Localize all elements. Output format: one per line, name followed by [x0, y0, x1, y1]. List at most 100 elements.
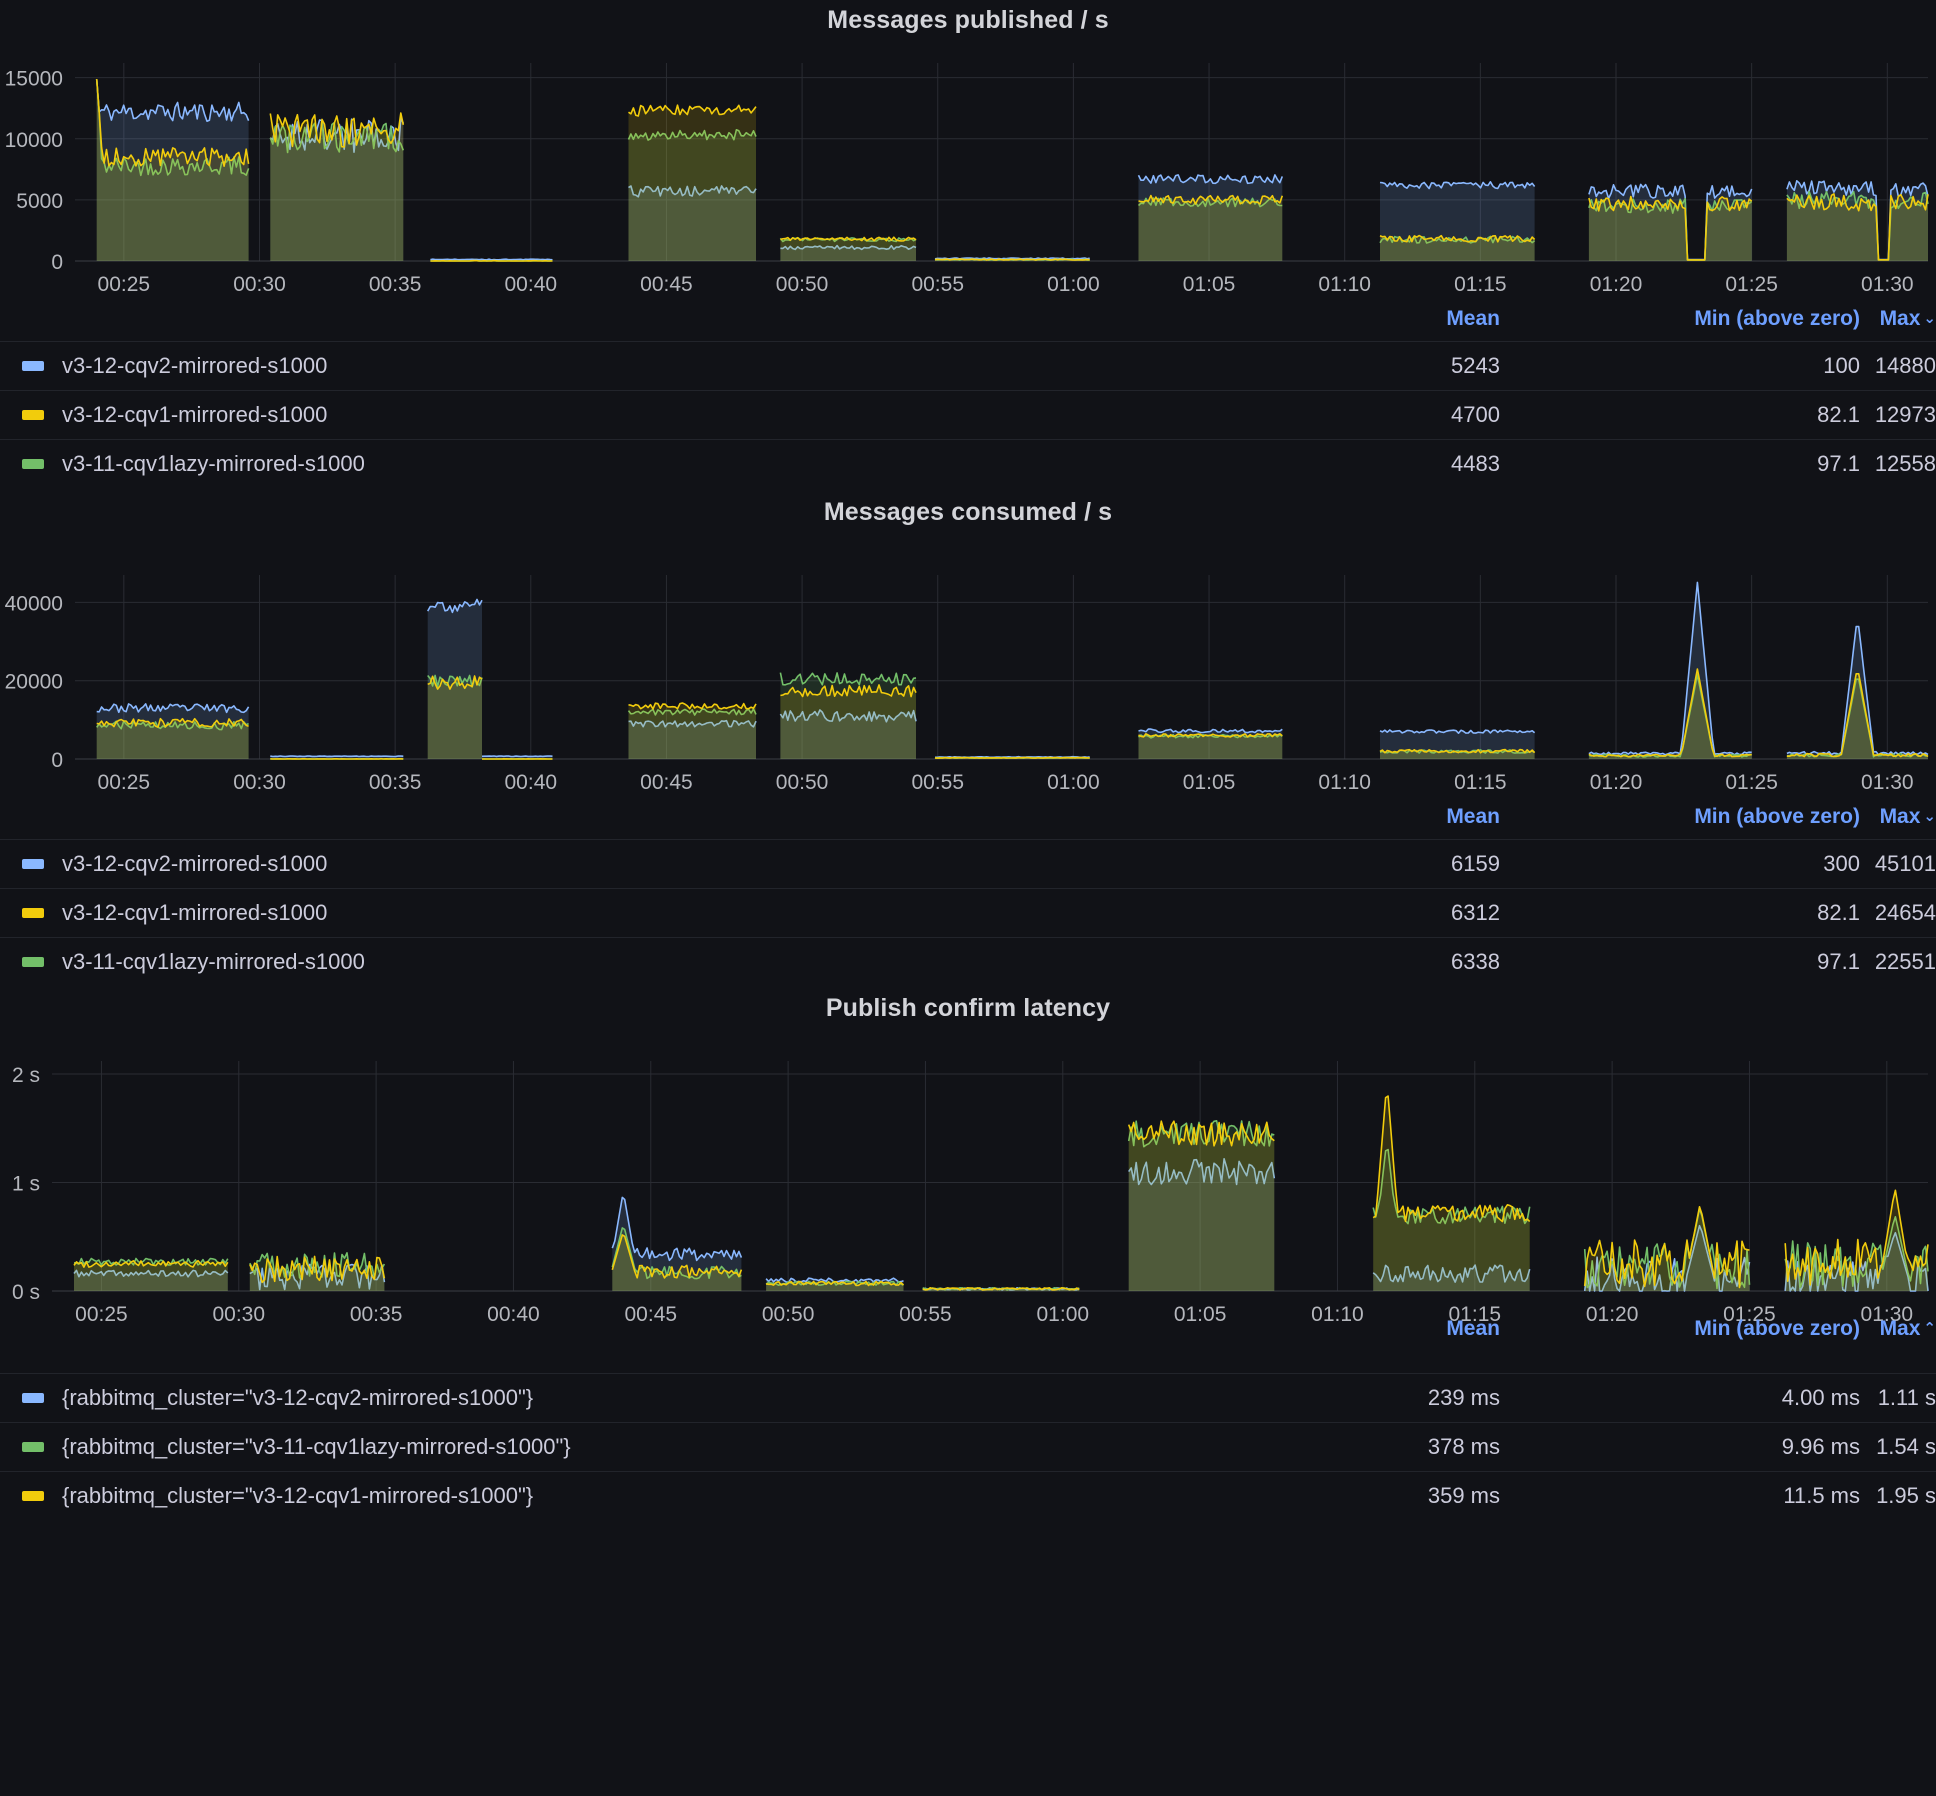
series-min-value: 300 [1660, 851, 1860, 877]
panel-title: Messages consumed / s [0, 492, 1936, 525]
legend-row[interactable]: v3-11-cqv1lazy-mirrored-s1000 6338 97.1 … [0, 937, 1936, 986]
series-max-value: 24654 [1866, 900, 1936, 926]
svg-text:00:35: 00:35 [369, 273, 422, 296]
panel-publish-confirm-latency: Publish confirm latency 00:2500:3000:350… [0, 984, 1936, 1796]
plot-area-messages-published[interactable]: 00:2500:3000:3500:4000:4500:5000:5501:00… [0, 45, 1936, 307]
series-color-swatch [22, 908, 44, 918]
svg-text:5000: 5000 [16, 190, 63, 213]
legend-row[interactable]: v3-12-cqv2-mirrored-s1000 5243 100 14880 [0, 341, 1936, 390]
legend-header-max[interactable]: Max⌃ [1866, 1317, 1936, 1341]
legend-header-max[interactable]: Max⌄ [1866, 805, 1936, 829]
plot-area-publish-confirm-latency[interactable]: 00:2500:3000:3500:4000:4500:5000:5501:00… [0, 1043, 1936, 1343]
svg-text:01:20: 01:20 [1590, 273, 1643, 296]
svg-text:40000: 40000 [5, 592, 63, 615]
panel-title: Publish confirm latency [0, 984, 1936, 1021]
legend-row[interactable]: v3-12-cqv2-mirrored-s1000 6159 300 45101 [0, 839, 1936, 888]
plot-area-messages-consumed[interactable]: 00:2500:3000:3500:4000:4500:5000:5501:00… [0, 553, 1936, 805]
svg-text:00:50: 00:50 [776, 771, 829, 794]
series-label: {rabbitmq_cluster="v3-12-cqv1-mirrored-s… [62, 1483, 533, 1509]
svg-text:0: 0 [51, 749, 63, 772]
series-color-swatch [22, 1442, 44, 1452]
series-min-value: 4.00 ms [1660, 1385, 1860, 1411]
legend-header-row: Mean Min (above zero) Max⌄ [0, 307, 1936, 341]
legend-header-row: Mean Min (above zero) Max⌃ [0, 1317, 1936, 1347]
svg-text:15000: 15000 [5, 68, 63, 91]
legend-header-min[interactable]: Min (above zero) [1694, 805, 1860, 829]
panel-messages-consumed: Messages consumed / s 00:2500:3000:3500:… [0, 492, 1936, 972]
series-color-swatch [22, 859, 44, 869]
series-mean-value: 5243 [1340, 353, 1500, 379]
svg-text:01:15: 01:15 [1454, 771, 1507, 794]
legend-header-mean[interactable]: Mean [1446, 307, 1500, 331]
panel-messages-published: Messages published / s 00:2500:3000:3500… [0, 0, 1936, 480]
svg-text:01:00: 01:00 [1047, 771, 1100, 794]
series-label: v3-12-cqv1-mirrored-s1000 [62, 402, 327, 428]
svg-text:00:25: 00:25 [98, 273, 151, 296]
legend-row[interactable]: v3-12-cqv1-mirrored-s1000 6312 82.1 2465… [0, 888, 1936, 937]
svg-text:00:30: 00:30 [233, 771, 286, 794]
series-color-swatch [22, 410, 44, 420]
series-color-swatch [22, 1491, 44, 1501]
series-min-value: 97.1 [1660, 451, 1860, 477]
panel-title: Messages published / s [0, 0, 1936, 33]
legend-row[interactable]: {rabbitmq_cluster="v3-12-cqv1-mirrored-s… [0, 1471, 1936, 1520]
chart-svg: 00:2500:3000:3500:4000:4500:5000:5501:00… [0, 553, 1936, 805]
legend-row[interactable]: v3-12-cqv1-mirrored-s1000 4700 82.1 1297… [0, 390, 1936, 439]
svg-text:1 s: 1 s [12, 1173, 40, 1196]
legend-messages-published: Mean Min (above zero) Max⌄ v3-12-cqv2-mi… [0, 307, 1936, 488]
series-color-swatch [22, 361, 44, 371]
svg-text:0: 0 [51, 251, 63, 274]
svg-text:00:50: 00:50 [776, 273, 829, 296]
svg-text:01:25: 01:25 [1725, 273, 1778, 296]
svg-text:00:45: 00:45 [640, 771, 693, 794]
series-mean-value: 6159 [1340, 851, 1500, 877]
series-label: v3-12-cqv2-mirrored-s1000 [62, 851, 327, 877]
svg-text:00:55: 00:55 [911, 771, 964, 794]
legend-header-max[interactable]: Max⌄ [1866, 307, 1936, 331]
svg-text:00:30: 00:30 [233, 273, 286, 296]
series-mean-value: 378 ms [1340, 1434, 1500, 1460]
svg-text:01:15: 01:15 [1454, 273, 1507, 296]
svg-text:00:40: 00:40 [505, 771, 558, 794]
legend-row[interactable]: {rabbitmq_cluster="v3-11-cqv1lazy-mirror… [0, 1422, 1936, 1471]
svg-text:01:00: 01:00 [1047, 273, 1100, 296]
series-mean-value: 4700 [1340, 402, 1500, 428]
legend-header-mean[interactable]: Mean [1446, 1317, 1500, 1341]
chart-svg: 00:2500:3000:3500:4000:4500:5000:5501:00… [0, 1043, 1936, 1343]
series-label: {rabbitmq_cluster="v3-11-cqv1lazy-mirror… [62, 1434, 571, 1460]
legend-header-min[interactable]: Min (above zero) [1694, 307, 1860, 331]
svg-text:01:05: 01:05 [1183, 771, 1236, 794]
series-min-value: 97.1 [1660, 949, 1860, 975]
series-label: v3-11-cqv1lazy-mirrored-s1000 [62, 949, 365, 975]
svg-text:10000: 10000 [5, 129, 63, 152]
series-label: v3-12-cqv2-mirrored-s1000 [62, 353, 327, 379]
series-mean-value: 239 ms [1340, 1385, 1500, 1411]
series-max-value: 1.95 s [1866, 1483, 1936, 1509]
series-min-value: 82.1 [1660, 900, 1860, 926]
svg-text:20000: 20000 [5, 671, 63, 694]
legend-header-min[interactable]: Min (above zero) [1694, 1317, 1860, 1341]
svg-text:00:45: 00:45 [640, 273, 693, 296]
series-label: {rabbitmq_cluster="v3-12-cqv2-mirrored-s… [62, 1385, 533, 1411]
legend-row[interactable]: v3-11-cqv1lazy-mirrored-s1000 4483 97.1 … [0, 439, 1936, 488]
series-label: v3-11-cqv1lazy-mirrored-s1000 [62, 451, 365, 477]
svg-text:01:25: 01:25 [1725, 771, 1778, 794]
legend-header-mean[interactable]: Mean [1446, 805, 1500, 829]
series-max-value: 12558 [1866, 451, 1936, 477]
svg-text:01:20: 01:20 [1590, 771, 1643, 794]
series-mean-value: 359 ms [1340, 1483, 1500, 1509]
series-max-value: 12973 [1866, 402, 1936, 428]
series-mean-value: 6312 [1340, 900, 1500, 926]
legend-row[interactable]: {rabbitmq_cluster="v3-12-cqv2-mirrored-s… [0, 1373, 1936, 1422]
series-max-value: 1.11 s [1866, 1385, 1936, 1411]
svg-text:0 s: 0 s [12, 1281, 40, 1304]
svg-text:01:30: 01:30 [1861, 273, 1914, 296]
svg-text:00:40: 00:40 [505, 273, 558, 296]
svg-text:00:25: 00:25 [98, 771, 151, 794]
series-mean-value: 6338 [1340, 949, 1500, 975]
legend-publish-confirm-latency: Mean Min (above zero) Max⌃ {rabbitmq_clu… [0, 1317, 1936, 1520]
series-max-value: 1.54 s [1866, 1434, 1936, 1460]
series-color-swatch [22, 957, 44, 967]
legend-messages-consumed: Mean Min (above zero) Max⌄ v3-12-cqv2-mi… [0, 805, 1936, 986]
series-min-value: 100 [1660, 353, 1860, 379]
